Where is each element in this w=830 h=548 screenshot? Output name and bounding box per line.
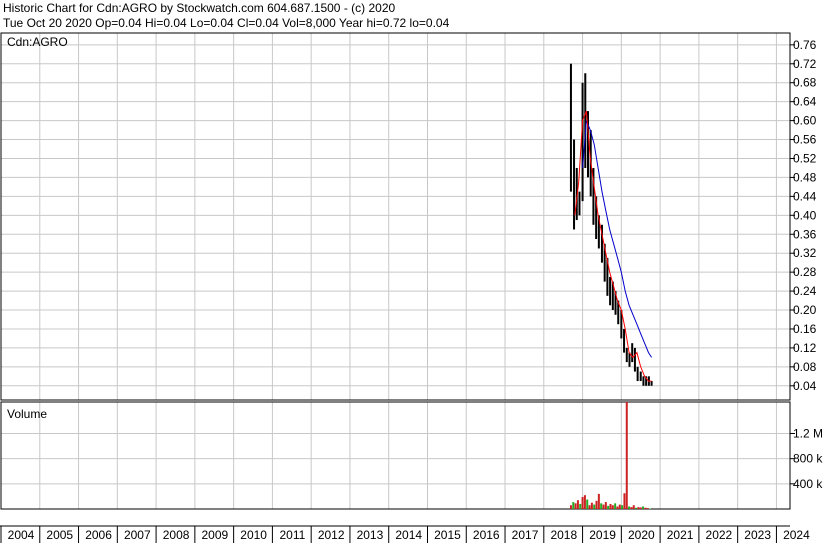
price-y-tick-label: 0.48: [793, 170, 817, 184]
x-tick-label: 2013: [357, 528, 384, 542]
price-panel-symbol: Cdn:AGRO: [7, 35, 68, 49]
price-y-tick-label: 0.68: [793, 76, 817, 90]
price-y-tick-label: 0.32: [793, 246, 817, 260]
x-tick-label: 2024: [783, 528, 810, 542]
x-tick-label: 2010: [240, 528, 267, 542]
price-y-tick-label: 0.04: [793, 379, 817, 393]
x-tick-label: 2007: [124, 528, 151, 542]
chart-canvas: Historic Chart for Cdn:AGRO by Stockwatc…: [0, 1, 823, 543]
price-y-tick-label: 0.40: [793, 208, 817, 222]
price-y-tick-label: 0.56: [793, 133, 817, 147]
x-tick-label: 2005: [46, 528, 73, 542]
x-tick-label: 2009: [202, 528, 229, 542]
x-tick-label: 2020: [628, 528, 655, 542]
price-y-tick-label: 0.28: [793, 265, 817, 279]
x-tick-label: 2021: [667, 528, 694, 542]
volume-y-axis: 1.2 M 800 k 400 k: [790, 426, 823, 491]
x-tick-label: 2018: [550, 528, 577, 542]
x-tick-label: 2023: [744, 528, 771, 542]
moving-average-short-line: [574, 110, 652, 382]
x-tick-label: 2014: [395, 528, 422, 542]
x-tick-label: 2022: [706, 528, 733, 542]
volume-y-tick-label: 1.2 M: [793, 426, 823, 440]
x-tick-label: 2017: [512, 528, 539, 542]
x-tick-label: 2006: [85, 528, 112, 542]
price-y-tick-label: 0.12: [793, 341, 817, 355]
x-axis: 2004 2005 2006 2007 2008 2009 2010 2011 2012 2013…: [0, 526, 810, 543]
price-y-tick-label: 0.36: [793, 227, 817, 241]
chart-header-quote: Tue Oct 20 2020 Op=0.04 Hi=0.04 Lo=0.04 …: [3, 16, 450, 30]
x-tick-label: 2015: [434, 528, 461, 542]
x-tick-label: 2004: [8, 528, 35, 542]
volume-y-tick-label: 800 k: [793, 452, 823, 466]
price-y-axis: 0.76 0.72 0.68 0.64 0.60 0.56 0.52 0.48 0.44 0.40…: [790, 38, 817, 393]
price-y-tick-label: 0.16: [793, 322, 817, 336]
price-y-tick-label: 0.64: [793, 95, 817, 109]
volume-y-tick-label: 400 k: [793, 477, 823, 491]
x-tick-label: 2011: [279, 528, 305, 542]
stock-chart: Historic Chart for Cdn:AGRO by Stockwatc…: [0, 0, 830, 543]
price-y-tick-label: 0.08: [793, 360, 817, 374]
price-y-tick-label: 0.20: [793, 303, 817, 317]
price-grid: [0, 33, 790, 400]
x-tick-label: 2019: [589, 528, 616, 542]
price-y-tick-label: 0.44: [793, 189, 817, 203]
price-y-tick-label: 0.24: [793, 284, 817, 298]
x-tick-label: 2016: [473, 528, 500, 542]
price-y-tick-label: 0.76: [793, 38, 817, 52]
price-y-tick-label: 0.72: [793, 57, 817, 71]
x-tick-label: 2012: [318, 528, 345, 542]
price-y-tick-label: 0.52: [793, 151, 817, 165]
x-tick-label: 2008: [163, 528, 190, 542]
moving-average-long-line: [582, 120, 653, 358]
volume-panel-frame: [0, 401, 791, 510]
price-panel-frame: [0, 32, 791, 401]
volume-panel-title: Volume: [7, 407, 47, 421]
chart-header-title: Historic Chart for Cdn:AGRO by Stockwatc…: [3, 1, 395, 15]
price-y-tick-label: 0.60: [793, 114, 817, 128]
volume-grid: [0, 402, 790, 509]
